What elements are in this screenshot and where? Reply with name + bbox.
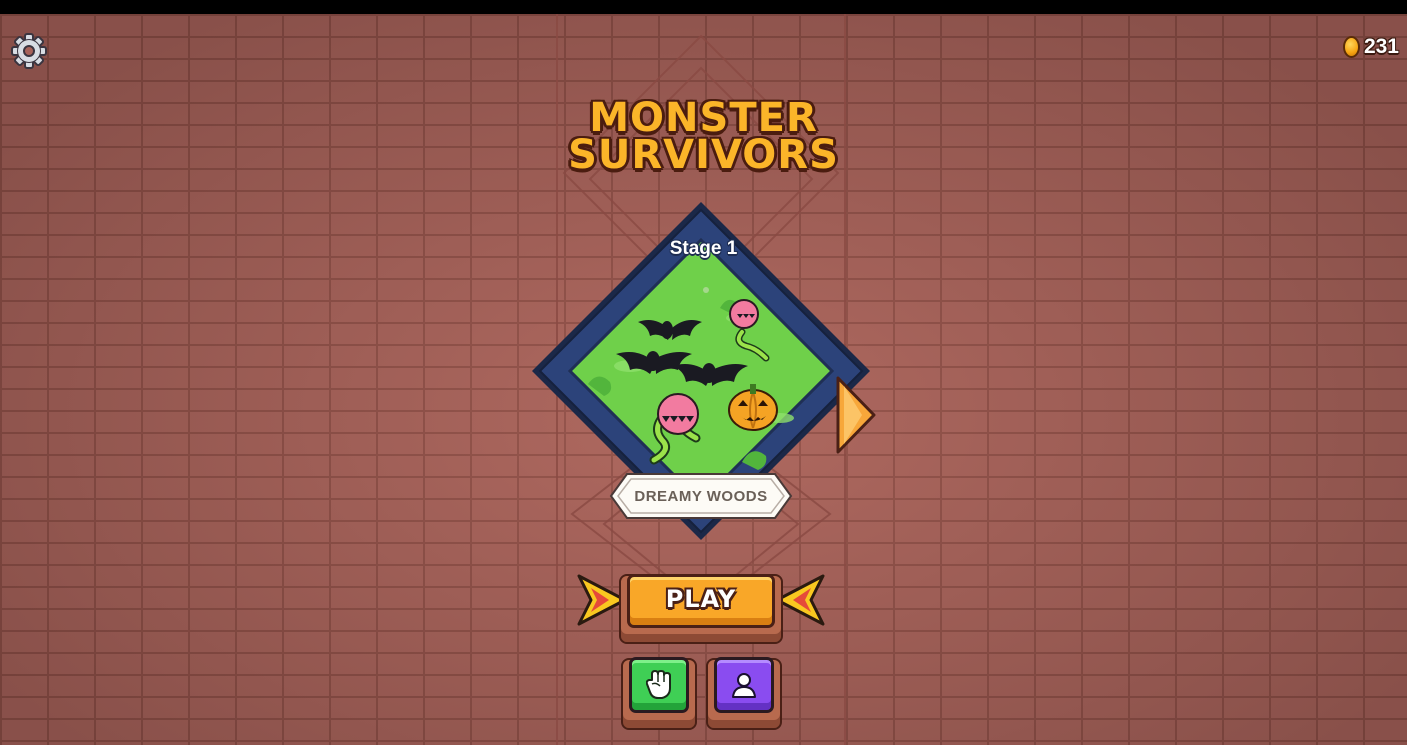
title-line-2: SURVIVORS (568, 132, 839, 178)
play-button[interactable]: PLAY (627, 574, 775, 628)
stage-name: DREAMY WOODS (634, 487, 768, 505)
game-screen: 231 MONSTER SURVIVORS Stage 1 DREAMY WOO… (0, 14, 1407, 745)
person-icon (732, 673, 756, 698)
coin-counter: 231 (1342, 34, 1399, 60)
coin-icon (1342, 36, 1360, 58)
settings-button[interactable] (10, 32, 48, 70)
stage-number-label: Stage 1 (669, 238, 738, 259)
fist-icon (646, 670, 671, 699)
coin-amount: 231 (1363, 35, 1399, 58)
characters-button[interactable] (714, 657, 774, 713)
gear-icon (11, 33, 47, 69)
stage-name-plate: DREAMY WOODS (609, 472, 793, 520)
game-title: MONSTER SURVIVORS (0, 98, 1407, 178)
powerups-button[interactable] (629, 657, 689, 713)
next-stage-button[interactable] (834, 376, 876, 454)
play-button-label: PLAY (665, 585, 737, 613)
